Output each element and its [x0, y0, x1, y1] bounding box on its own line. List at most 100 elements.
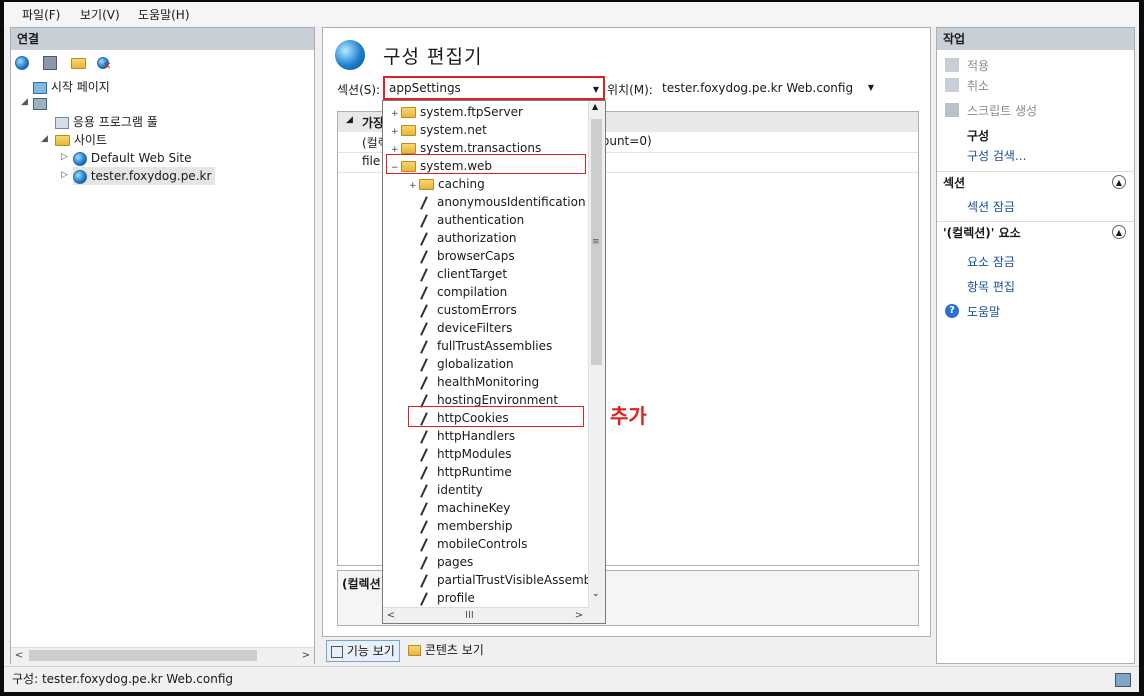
tab-content-view[interactable]: 콘텐츠 보기 — [408, 640, 484, 660]
element-icon — [420, 339, 428, 354]
scroll-thumb[interactable] — [29, 650, 257, 661]
scroll-down-button[interactable]: ⌄ — [592, 589, 600, 599]
dropdown-item-customErrors[interactable]: customErrors — [419, 301, 517, 319]
dropdown-item-pages[interactable]: pages — [419, 553, 473, 571]
site2-expander[interactable]: ▷ — [61, 171, 69, 180]
scroll-left-button[interactable]: < — [11, 648, 27, 664]
scroll-grip[interactable]: III — [465, 608, 474, 623]
dropdown-item-globalization[interactable]: globalization — [419, 355, 514, 373]
section-label: 섹션(S): — [337, 83, 381, 97]
disconnect-icon[interactable]: ✕ — [97, 55, 113, 72]
dropdown-item-httpHandlers[interactable]: httpHandlers — [419, 427, 515, 445]
actions-header: 작업 — [937, 28, 1134, 50]
tab-features-view[interactable]: 기능 보기 — [326, 640, 400, 662]
dropdown-item-fullTrustAssemblies[interactable]: fullTrustAssemblies — [419, 337, 552, 355]
dropdown-hscrollbar[interactable]: < III > — [383, 607, 589, 623]
dropdown-item-label: machineKey — [437, 501, 511, 515]
chevron-down-icon[interactable]: ▼ — [868, 79, 874, 97]
dropdown-item-partialTrustVisibleAssembli[interactable]: partialTrustVisibleAssembli — [419, 571, 598, 589]
dropdown-item-machineKey[interactable]: machineKey — [419, 499, 510, 517]
apply-icon — [945, 58, 959, 72]
dropdown-item-healthMonitoring[interactable]: healthMonitoring — [419, 373, 539, 391]
location-label: 위치(M): — [607, 83, 653, 97]
dropdown-item-caching[interactable]: + caching — [409, 175, 485, 193]
features-view-label: 기능 보기 — [346, 644, 395, 658]
action-search-config[interactable]: 구성 검색... — [967, 147, 1026, 165]
action-lock-section[interactable]: 섹션 잠금 — [967, 198, 1015, 216]
server-expander[interactable]: ◢ — [21, 98, 29, 107]
chevron-up-icon[interactable]: ▲ — [1112, 175, 1126, 189]
scroll-left-button[interactable]: < — [383, 608, 399, 623]
action-cancel[interactable]: 취소 — [967, 77, 989, 95]
action-edit-items[interactable]: 항목 편집 — [967, 278, 1015, 296]
server-icon — [33, 97, 47, 110]
scroll-up-button[interactable]: ▲ — [592, 102, 598, 111]
section-value: appSettings — [389, 81, 461, 95]
dropdown-item-system-ftpServer[interactable]: + system.ftpServer — [391, 103, 523, 121]
iis-manager-window: 파일(F) 보기(V) 도움말(H) 연결 ✕ 시작 페이지 ◢ 응용 프로그램… — [4, 2, 1139, 692]
site1-expander[interactable]: ▷ — [61, 153, 69, 162]
dropdown-item-deviceFilters[interactable]: deviceFilters — [419, 319, 512, 337]
actions-panel: 작업 적용 취소 스크립트 생성 구성 구성 검색... 섹션 ▲ 섹션 잠금 … — [936, 27, 1135, 664]
dropdown-item-label: globalization — [437, 357, 514, 371]
dropdown-item-browserCaps[interactable]: browserCaps — [419, 247, 515, 265]
menu-file[interactable]: 파일(F) — [22, 6, 60, 23]
dropdown-item-httpModules[interactable]: httpModules — [419, 445, 512, 463]
grid-row2-name[interactable]: file — [362, 154, 380, 168]
dropdown-vscrollbar[interactable]: ▲ ≡ ⌄ — [588, 101, 605, 623]
tree-sites[interactable]: 사이트 — [55, 131, 107, 149]
content-view-label: 콘텐츠 보기 — [424, 643, 484, 657]
chevron-up-icon[interactable]: ▲ — [1112, 225, 1126, 239]
sites-expander[interactable]: ◢ — [41, 135, 49, 144]
up-folder-icon[interactable] — [71, 56, 87, 72]
dropdown-item-identity[interactable]: identity — [419, 481, 483, 499]
folder-icon — [401, 143, 416, 154]
dropdown-item-label: httpHandlers — [437, 429, 516, 443]
dropdown-item-clientTarget[interactable]: clientTarget — [419, 265, 507, 283]
menu-view[interactable]: 보기(V) — [80, 6, 120, 23]
dropdown-item-label: partialTrustVisibleAssembli — [437, 573, 598, 587]
menu-help[interactable]: 도움말(H) — [138, 6, 190, 23]
action-generate-script[interactable]: 스크립트 생성 — [967, 102, 1037, 120]
action-help[interactable]: 도움말 — [967, 303, 1000, 321]
action-lock-element[interactable]: 요소 잠금 — [967, 253, 1015, 271]
dropdown-item-system-net[interactable]: + system.net — [391, 121, 487, 139]
dropdown-item-label: anonymousIdentification — [437, 195, 586, 209]
dropdown-item-anonymousIdentification[interactable]: anonymousIdentification — [419, 193, 586, 211]
dropdown-item-profile[interactable]: profile — [419, 589, 475, 607]
action-apply[interactable]: 적용 — [967, 57, 989, 75]
tree-server[interactable] — [33, 94, 47, 112]
tree-site-tester[interactable]: tester.foxydog.pe.kr — [73, 167, 216, 185]
scroll-right-button[interactable]: > — [571, 608, 587, 623]
dropdown-item-mobileControls[interactable]: mobileControls — [419, 535, 527, 553]
dropdown-item-compilation[interactable]: compilation — [419, 283, 507, 301]
scroll-right-button[interactable]: > — [298, 648, 314, 664]
grid-row1-value[interactable]: ount=0) — [602, 134, 652, 148]
save-icon[interactable] — [43, 56, 57, 70]
location-combo[interactable]: tester.foxydog.pe.kr Web.config ▼ — [657, 78, 879, 98]
dropdown-item-label: authentication — [437, 213, 525, 227]
dropdown-item-label: httpModules — [437, 447, 512, 461]
dropdown-scroll-thumb[interactable]: ≡ — [591, 119, 602, 365]
tree-site-default[interactable]: Default Web Site — [73, 149, 192, 167]
collapse-icon[interactable]: ◢ — [346, 115, 353, 125]
sites-folder-icon — [55, 135, 70, 146]
collection-group-label: '(컬렉션)' 요소 — [943, 226, 1021, 240]
tree-app-pools[interactable]: 응용 프로그램 풀 — [55, 113, 158, 131]
collection-group-header: '(컬렉션)' 요소 ▲ — [937, 221, 1134, 243]
connect-globe-icon[interactable] — [15, 55, 31, 71]
element-icon — [420, 375, 428, 390]
section-combo[interactable]: appSettings ▼ — [383, 76, 605, 100]
section-dropdown-list[interactable]: + system.ftpServer + system.net + system.tran… — [382, 100, 606, 624]
dropdown-item-authentication[interactable]: authentication — [419, 211, 524, 229]
dropdown-item-membership[interactable]: membership — [419, 517, 513, 535]
dropdown-item-httpRuntime[interactable]: httpRuntime — [419, 463, 512, 481]
dropdown-item-authorization[interactable]: authorization — [419, 229, 517, 247]
expand-icon[interactable]: + — [409, 177, 419, 195]
element-icon — [420, 321, 428, 336]
chevron-down-icon[interactable]: ▼ — [593, 80, 599, 100]
element-icon — [420, 267, 428, 282]
connections-hscrollbar[interactable]: < > — [11, 647, 314, 664]
dropdown-item-label: system.transactions — [420, 141, 542, 155]
section-group-label: 섹션 — [943, 176, 966, 190]
